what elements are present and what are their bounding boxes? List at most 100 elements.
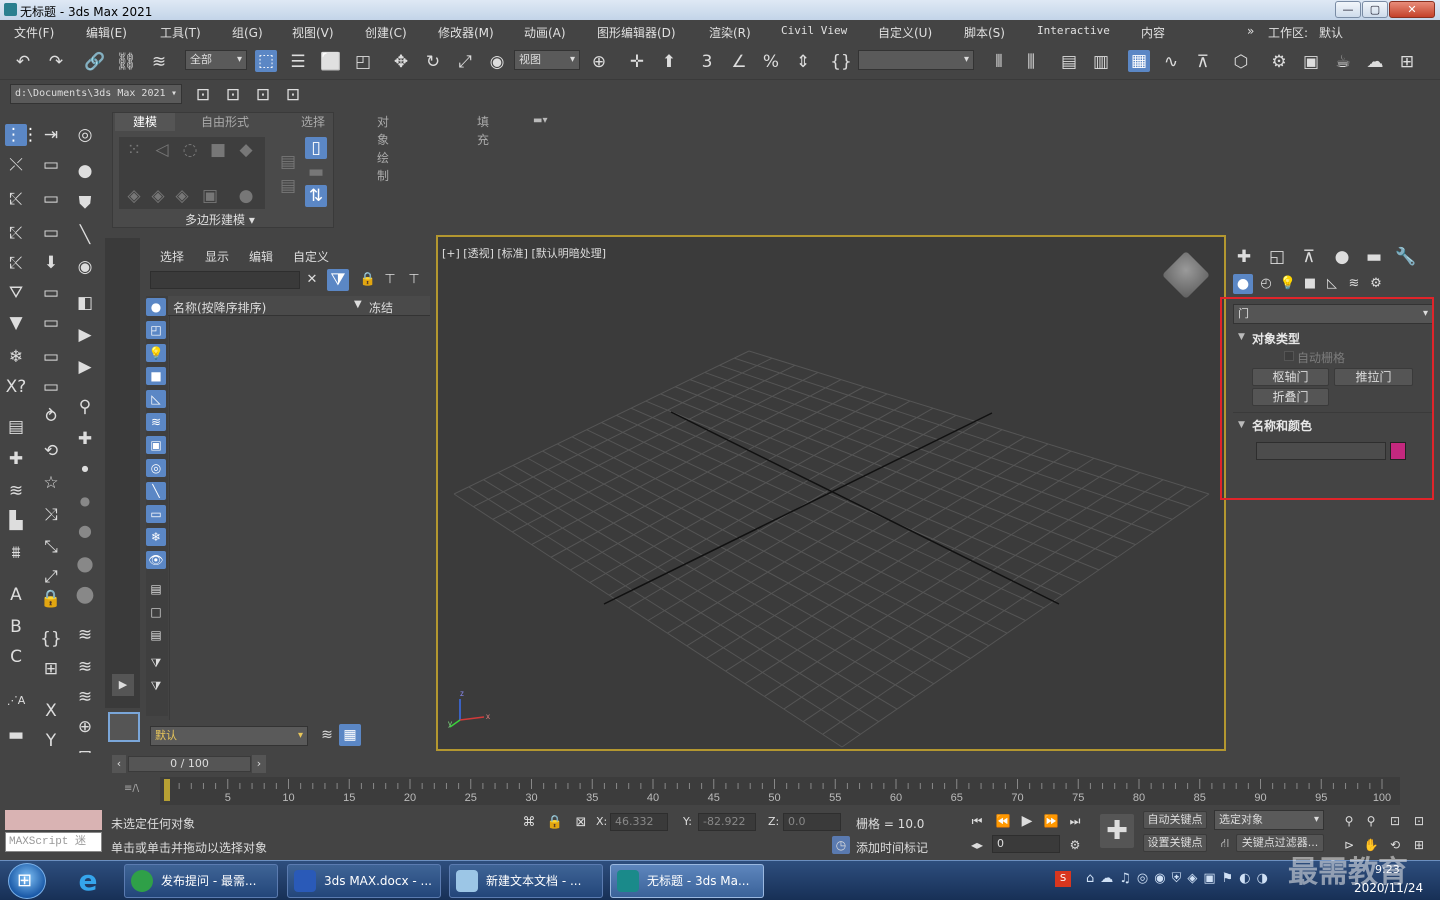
strip-icon-af[interactable]: ⩩ <box>5 542 27 564</box>
strip-icon-c[interactable]: ⤬ <box>5 154 27 176</box>
curve-editor-icon[interactable]: ∿ <box>1160 51 1182 73</box>
tab-modeling[interactable]: 建模 <box>115 113 175 131</box>
strip-icon-a[interactable]: ⇥ <box>40 124 62 146</box>
dots-a-icon[interactable]: ⋰A <box>5 690 27 712</box>
minimize-button[interactable]: — <box>1335 1 1361 18</box>
display-tab-icon[interactable]: ▬ <box>1363 246 1385 268</box>
menu-interactive[interactable]: Interactive <box>1037 24 1110 37</box>
zoom-extents-icon[interactable]: ⊡ <box>1384 810 1406 832</box>
strip-icon-h[interactable]: ⛊ <box>74 192 96 214</box>
strip-icon-o[interactable]: ⛛ <box>5 282 27 304</box>
menu-customize[interactable]: 自定义(U) <box>878 24 932 41</box>
strip-icon-p[interactable]: ▭ <box>40 282 62 304</box>
select-manipulate-icon[interactable]: ✛ <box>626 51 648 73</box>
strip-icon-x[interactable]: ⚲ <box>74 396 96 418</box>
layer-explorer-toggle-icon[interactable]: ▦ <box>339 724 361 746</box>
polygon-modeling-label[interactable]: 多边形建模 ▾ <box>185 211 255 228</box>
goto-start-icon[interactable]: ⏮ <box>966 810 988 832</box>
maximize-button[interactable]: ▢ <box>1362 1 1388 18</box>
dot-large-icon[interactable]: ● <box>74 520 96 542</box>
render-setup-icon[interactable]: ⚙ <box>1268 51 1290 73</box>
goto-end-icon[interactable]: ⏭ <box>1064 810 1086 832</box>
tray-icons[interactable]: ⌂☁♫◎◉⛨◈▣⚑◐◑ <box>1086 871 1274 886</box>
strip-icon-t[interactable]: ▶ <box>74 324 96 346</box>
selection-filter-dropdown[interactable]: 全部 <box>185 50 247 70</box>
menu-graph-editors[interactable]: 图形编辑器(D) <box>597 24 676 41</box>
explorer-lock-icon[interactable]: 🔒 <box>357 269 379 291</box>
hierarchy-2-icon[interactable]: ⊤ <box>403 269 425 291</box>
ribbon-side-5-icon[interactable]: ⇅ <box>305 185 327 207</box>
taskbar-item-notepad[interactable]: 新建文本文档 - ... <box>449 864 603 898</box>
model-tool-4-icon[interactable]: ▣ <box>199 185 221 207</box>
layers-icon[interactable]: ▤ <box>5 416 27 438</box>
strip-icon-l[interactable]: ⤪ <box>5 252 27 274</box>
ie-icon[interactable]: e <box>70 865 106 897</box>
redo-icon[interactable]: ↷ <box>45 51 67 73</box>
strip-icon-ah[interactable]: ⤢ <box>40 566 62 588</box>
menu-file[interactable]: 文件(F) <box>14 24 54 41</box>
add-layer-icon[interactable]: ✚ <box>5 448 27 470</box>
curve-toggle-icon[interactable]: ≡/\ <box>124 783 139 794</box>
align-icon[interactable]: ⫼ <box>1020 51 1042 73</box>
display-none-icon[interactable]: □ <box>146 603 166 621</box>
selection-lock-icon[interactable]: 🔒 <box>544 812 566 834</box>
menu-content[interactable]: 内容 <box>1141 24 1165 41</box>
rendered-frame-icon[interactable]: ▣ <box>1300 51 1322 73</box>
y-coord-field[interactable]: -82.922 <box>698 813 756 831</box>
display-all-icon[interactable]: ▤ <box>146 580 166 598</box>
filter-funnel-1-icon[interactable]: ⧩ <box>146 654 166 672</box>
chevron-icon[interactable]: » <box>1247 24 1254 38</box>
border-icon[interactable]: ◌ <box>179 139 201 161</box>
strip-icon-ae[interactable]: ⤨ <box>40 504 62 526</box>
menu-civil-view[interactable]: Civil View <box>781 24 847 37</box>
display-hidden-icon[interactable]: 👁 <box>146 551 166 569</box>
strip-icon-ai[interactable]: ⊞ <box>40 658 62 680</box>
taskbar-item-3dsmax[interactable]: 无标题 - 3ds Ma... <box>610 864 764 898</box>
strip-icon-ag[interactable]: ⤡ <box>40 536 62 558</box>
track-bar[interactable]: 5 10 15 20 25 30 35 40 45 50 55 60 65 70 75 80 85 90 95 100 <box>160 777 1400 805</box>
ribbon-side-3-icon[interactable]: ▯ <box>305 137 327 159</box>
display-containers-icon[interactable]: ▭ <box>146 505 166 523</box>
spacewarps-category-icon[interactable]: ≋ <box>1344 274 1364 294</box>
element-icon[interactable]: ◆ <box>235 139 257 161</box>
mirror-icon[interactable]: ⫴ <box>988 51 1010 73</box>
menu-animation[interactable]: 动画(A) <box>524 24 566 41</box>
taskbar-item-browser[interactable]: 发布提问 - 最需... <box>124 864 278 898</box>
strip-icon-m[interactable]: ⬇ <box>40 252 62 274</box>
ribbon-options-icon[interactable]: ▬▾ <box>533 115 547 126</box>
strip-icon-k[interactable]: ╲ <box>74 224 96 246</box>
strip-icon-b[interactable]: ◎ <box>74 124 96 146</box>
tab-object-paint[interactable]: 对象绘制 <box>377 113 389 183</box>
taskbar-item-word[interactable]: 3ds MAX.docx - ... <box>287 864 441 898</box>
next-frame-icon[interactable]: › <box>252 755 266 773</box>
menu-create[interactable]: 创建(C) <box>365 24 407 41</box>
filter-icon[interactable]: ⧩ <box>327 269 349 291</box>
explorer-menu-edit[interactable]: 编辑 <box>249 248 273 265</box>
display-spacewarps-icon[interactable]: ≋ <box>146 413 166 431</box>
edit-named-sel-icon[interactable]: {} <box>830 51 852 73</box>
rotate-icon[interactable]: ↻ <box>422 51 444 73</box>
strip-icon-ad[interactable]: ▙ <box>5 510 27 532</box>
select-tool-icon[interactable]: ⋮⋮ <box>5 124 39 146</box>
key-filter-icon[interactable]: ⛙ <box>1214 832 1236 854</box>
layer-dropdown[interactable]: 默认 <box>150 726 308 746</box>
viewport-perspective[interactable]: [+] [透视] [标准] [默认明暗处理] z x y <box>436 235 1226 751</box>
menu-rendering[interactable]: 渲染(R) <box>709 24 751 41</box>
display-helpers-icon[interactable]: ◺ <box>146 390 166 408</box>
text-a-icon[interactable]: A <box>5 584 27 606</box>
absolute-mode-icon[interactable]: ⊠ <box>570 812 592 834</box>
toggle-ribbon-icon[interactable]: ▥ <box>1090 51 1112 73</box>
render-production-icon[interactable]: ☕ <box>1332 51 1354 73</box>
hierarchy-icon[interactable]: ⊤ <box>379 269 401 291</box>
model-tool-2-icon[interactable]: ◈ <box>147 185 169 207</box>
select-object-icon[interactable]: ⬚ <box>255 50 277 72</box>
workspace-value[interactable]: 默认 <box>1319 24 1343 41</box>
axis-y-icon[interactable]: Y <box>40 730 62 752</box>
strip-icon-g[interactable]: ▭ <box>40 188 62 210</box>
named-selection-dropdown[interactable] <box>858 50 974 70</box>
menu-tools[interactable]: 工具(T) <box>160 24 201 41</box>
x-coord-field[interactable]: 46.332 <box>610 813 668 831</box>
create-tab-icon[interactable]: ✚ <box>1233 246 1255 268</box>
strip-icon-e[interactable]: ● <box>74 160 96 182</box>
strip-icon-d[interactable]: ▭ <box>40 154 62 176</box>
